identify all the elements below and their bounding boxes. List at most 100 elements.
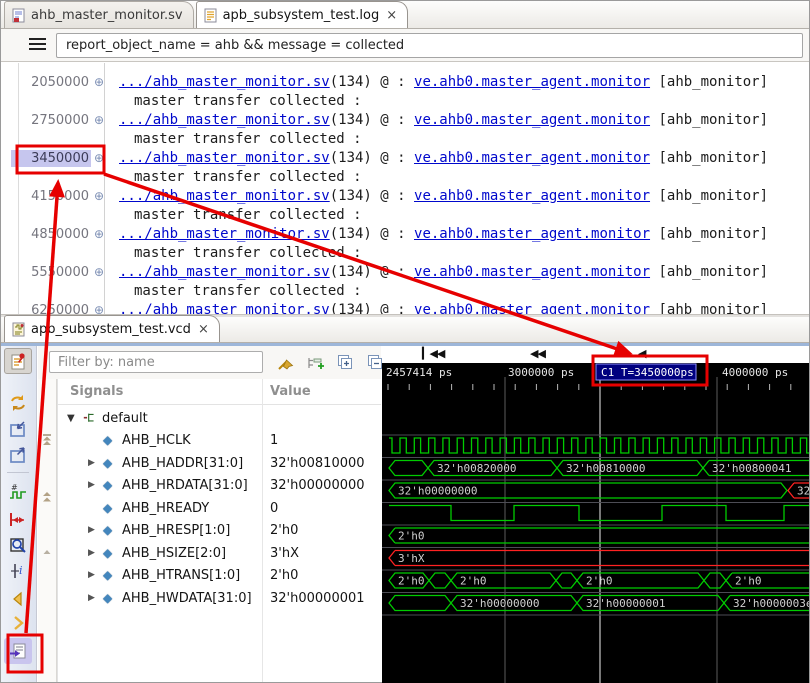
signal-name: AHB_HRESP[1:0] bbox=[122, 523, 230, 538]
log-line-1: .../ahb_master_monitor.sv(134) @ : ve.ah… bbox=[119, 112, 768, 128]
close-icon[interactable]: × bbox=[198, 322, 209, 337]
go-to-start-button[interactable]: ▎◀◀ bbox=[422, 347, 444, 360]
expand-all-icon[interactable] bbox=[336, 353, 355, 372]
wave-toolbar bbox=[38, 346, 381, 379]
signal-row-AHB_HWDATA[31:0][interactable]: ▶◆AHB_HWDATA[31:0]32'h00000001 bbox=[58, 589, 381, 611]
signal-row-AHB_HADDR[31:0][interactable]: ▶◆AHB_HADDR[31:0]32'h00810000 bbox=[58, 454, 381, 476]
page-up-icon[interactable] bbox=[40, 489, 54, 503]
expand-arrow-icon[interactable]: ▶ bbox=[88, 548, 95, 558]
tab-apb_subsystem_test.vcd[interactable]: apb_subsystem_test.vcd× bbox=[4, 315, 220, 342]
tab-apb_subsystem_test.log[interactable]: apb_subsystem_test.log × bbox=[196, 1, 409, 28]
signal-value: 2'h0 bbox=[270, 523, 298, 538]
expand-icon[interactable]: ⊕ bbox=[94, 151, 104, 165]
svg-text:32'h00820000: 32'h00820000 bbox=[437, 462, 516, 475]
log-line-1: .../ahb_master_monitor.sv(134) @ : ve.ah… bbox=[119, 188, 768, 204]
signal-value: 0 bbox=[270, 501, 278, 516]
signal-group-default[interactable]: ▼default bbox=[58, 409, 381, 431]
log-line-suffix: [ahb_monitor] bbox=[650, 150, 768, 166]
signal-row-AHB_HREADY[interactable]: ◆AHB_HREADY0 bbox=[58, 499, 381, 521]
signal-row-AHB_HCLK[interactable]: ◆AHB_HCLK1 bbox=[58, 431, 381, 453]
scope-link[interactable]: ve.ahb0.master_agent.monitor bbox=[414, 302, 650, 314]
wave-radix-icon[interactable]: # bbox=[4, 479, 32, 505]
log-filter-bar bbox=[1, 29, 809, 62]
signal-row-AHB_HTRANS[1:0][interactable]: ▶◆AHB_HTRANS[1:0]2'h0 bbox=[58, 566, 381, 588]
expand-icon[interactable]: ⊕ bbox=[94, 303, 104, 314]
signal-value: 32'h00810000 bbox=[270, 456, 365, 471]
import-wave-icon[interactable] bbox=[4, 442, 32, 468]
signal-name: AHB_HREADY bbox=[122, 501, 209, 516]
log-line-2: master transfer collected : bbox=[134, 93, 362, 109]
scope-link[interactable]: ve.ahb0.master_agent.monitor bbox=[414, 226, 650, 242]
cursor-to-time-icon[interactable]: i bbox=[4, 558, 32, 584]
link-with-log-icon[interactable] bbox=[4, 638, 32, 664]
collapse-arrow-icon[interactable]: ▼ bbox=[67, 413, 75, 424]
signal-value: 3'hX bbox=[270, 546, 299, 561]
expand-arrow-icon[interactable]: ▶ bbox=[88, 570, 95, 580]
scope-link[interactable]: ve.ahb0.master_agent.monitor bbox=[414, 188, 650, 204]
log-timestamp[interactable]: 6250000 bbox=[11, 302, 91, 314]
source-file-link[interactable]: .../ahb_master_monitor.sv bbox=[119, 188, 330, 204]
next-edge-icon[interactable] bbox=[4, 610, 32, 636]
tab-label: apb_subsystem_test.log bbox=[223, 8, 380, 23]
prev-edge-icon[interactable] bbox=[4, 586, 32, 612]
broom-icon[interactable] bbox=[276, 353, 295, 372]
source-file-link[interactable]: .../ahb_master_monitor.sv bbox=[119, 150, 330, 166]
source-file-link[interactable]: .../ahb_master_monitor.sv bbox=[119, 112, 330, 128]
log-line-middle: (134) @ : bbox=[330, 188, 414, 204]
prev-cursor-button[interactable]: ◀ bbox=[638, 347, 645, 360]
expand-arrow-icon[interactable]: ▶ bbox=[88, 525, 95, 535]
log-timestamp[interactable]: 4850000 bbox=[11, 226, 91, 243]
log-timestamp[interactable]: 3450000 bbox=[11, 150, 91, 167]
log-line-middle: (134) @ : bbox=[330, 264, 414, 280]
signal-filter-input[interactable] bbox=[49, 351, 263, 373]
svg-text:32'h00810000: 32'h00810000 bbox=[566, 462, 645, 475]
close-icon[interactable]: × bbox=[386, 8, 397, 23]
waveform-canvas[interactable]: 2457414 ps3000000 ps4000000 psC1 T=34500… bbox=[382, 363, 809, 682]
prev-page-button[interactable]: ◀◀ bbox=[530, 347, 545, 360]
scroll-top-icon[interactable] bbox=[40, 432, 54, 446]
expand-icon[interactable]: ⊕ bbox=[94, 227, 104, 241]
source-file-link[interactable]: .../ahb_master_monitor.sv bbox=[119, 226, 330, 242]
scope-link[interactable]: ve.ahb0.master_agent.monitor bbox=[414, 112, 650, 128]
log-filter-input[interactable] bbox=[56, 33, 803, 58]
measure-cursors-icon[interactable] bbox=[4, 506, 32, 532]
signal-value: 2'h0 bbox=[270, 568, 298, 583]
expand-arrow-icon[interactable]: ▶ bbox=[88, 480, 95, 490]
scope-link[interactable]: ve.ahb0.master_agent.monitor bbox=[414, 150, 650, 166]
pin-editor-icon[interactable] bbox=[4, 348, 32, 374]
log-line-suffix: [ahb_monitor] bbox=[650, 74, 768, 90]
log-content[interactable]: 2050000⊕.../ahb_master_monitor.sv(134) @… bbox=[1, 63, 809, 314]
expand-icon[interactable]: ⊕ bbox=[94, 113, 104, 127]
svg-text:3'hX: 3'hX bbox=[398, 552, 425, 565]
svg-text:32': 32' bbox=[797, 485, 809, 498]
export-wave-icon[interactable] bbox=[4, 416, 32, 442]
waveform-viewer-panel: apb_subsystem_test.vcd× #i Signals Value… bbox=[1, 317, 809, 682]
signal-row-AHB_HSIZE[2:0][interactable]: ▶◆AHB_HSIZE[2:0]3'hX bbox=[58, 544, 381, 566]
expand-icon[interactable]: ⊕ bbox=[94, 189, 104, 203]
expand-arrow-icon[interactable]: ▶ bbox=[88, 593, 95, 603]
log-entry: 3450000⊕.../ahb_master_monitor.sv(134) @… bbox=[1, 149, 809, 187]
tab-ahb_master_monitor.sv[interactable]: ahb_master_monitor.sv bbox=[4, 1, 194, 28]
source-file-link[interactable]: .../ahb_master_monitor.sv bbox=[119, 264, 330, 280]
zoom-selection-icon[interactable] bbox=[4, 532, 32, 558]
expand-icon[interactable]: ⊕ bbox=[94, 265, 104, 279]
signal-row-AHB_HRDATA[31:0][interactable]: ▶◆AHB_HRDATA[31:0]32'h00000000 bbox=[58, 476, 381, 498]
signal-row-AHB_HRESP[1:0][interactable]: ▶◆AHB_HRESP[1:0]2'h0 bbox=[58, 521, 381, 543]
log-timestamp[interactable]: 4150000 bbox=[11, 188, 91, 205]
scope-link[interactable]: ve.ahb0.master_agent.monitor bbox=[414, 74, 650, 90]
source-file-link[interactable]: .../ahb_master_monitor.sv bbox=[119, 74, 330, 90]
value-column-header: Value bbox=[270, 384, 311, 399]
log-timestamp[interactable]: 2050000 bbox=[11, 74, 91, 91]
menu-icon[interactable] bbox=[29, 38, 46, 52]
step-up-icon[interactable] bbox=[40, 544, 54, 558]
new-group-icon[interactable] bbox=[306, 353, 325, 372]
source-file-link[interactable]: .../ahb_master_monitor.sv bbox=[119, 302, 330, 314]
log-timestamp[interactable]: 2750000 bbox=[11, 112, 91, 129]
log-timestamp[interactable]: 5550000 bbox=[11, 264, 91, 281]
waveform-viewer-content: #i Signals Value ▼default◆AHB_HCLK1▶◆AHB… bbox=[1, 346, 809, 682]
scope-link[interactable]: ve.ahb0.master_agent.monitor bbox=[414, 264, 650, 280]
svg-text:2'h0: 2'h0 bbox=[398, 530, 425, 543]
expand-icon[interactable]: ⊕ bbox=[94, 75, 104, 89]
reload-vcd-icon[interactable] bbox=[4, 390, 32, 416]
expand-arrow-icon[interactable]: ▶ bbox=[88, 458, 95, 468]
